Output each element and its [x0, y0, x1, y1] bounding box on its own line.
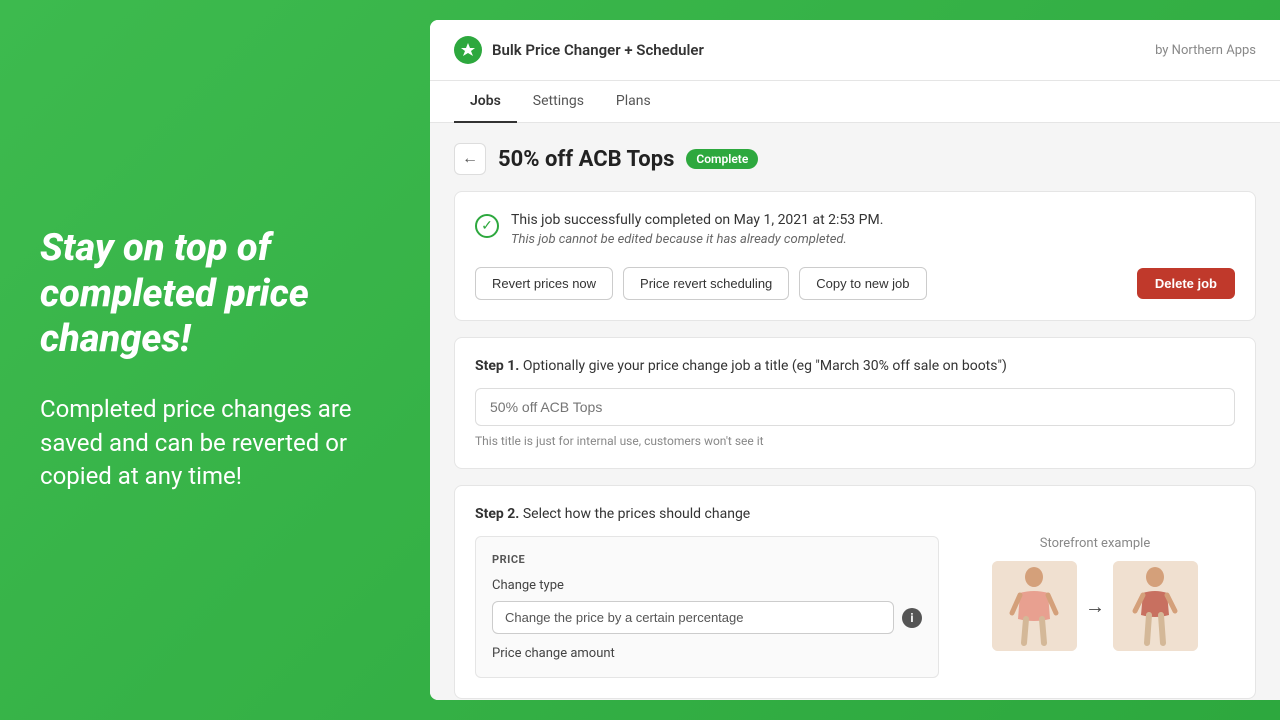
headline: Stay on top of completed price changes! [40, 226, 390, 363]
product-card-before [992, 561, 1077, 651]
price-change-amount-label: Price change amount [492, 646, 922, 661]
step2-label: Step 2. Select how the prices should cha… [475, 506, 1235, 522]
arrow-icon: → [1085, 594, 1105, 619]
tab-jobs[interactable]: Jobs [454, 81, 517, 123]
copy-to-new-job-button[interactable]: Copy to new job [799, 267, 926, 300]
storefront-images: → [955, 561, 1235, 651]
info-icon[interactable]: i [902, 608, 922, 628]
step2-description: Select how the prices should change [523, 506, 750, 522]
step1-card: Step 1. Optionally give your price chang… [454, 337, 1256, 469]
app-header-left: Bulk Price Changer + Scheduler [454, 36, 704, 64]
step1-label: Step 1. Optionally give your price chang… [475, 358, 1235, 374]
revert-prices-now-button[interactable]: Revert prices now [475, 267, 613, 300]
select-wrapper: Change the price by a certain percentage… [492, 601, 922, 634]
step2-card: Step 2. Select how the prices should cha… [454, 485, 1256, 699]
action-buttons: Revert prices now Price revert schedulin… [475, 267, 1235, 300]
success-message: This job successfully completed on May 1… [511, 212, 1235, 228]
job-title-input[interactable] [475, 388, 1235, 426]
right-panel: Bulk Price Changer + Scheduler by Northe… [430, 20, 1280, 700]
tab-settings[interactable]: Settings [517, 81, 600, 123]
page-title: 50% off ACB Tops [498, 147, 674, 172]
step1-description: Optionally give your price change job a … [523, 358, 1007, 374]
app-header: Bulk Price Changer + Scheduler by Northe… [430, 20, 1280, 81]
storefront-label: Storefront example [955, 536, 1235, 551]
success-text: This job successfully completed on May 1… [511, 212, 1235, 251]
product-card-after [1113, 561, 1198, 651]
app-by: by Northern Apps [1155, 43, 1256, 58]
tab-plans[interactable]: Plans [600, 81, 667, 123]
subtext: Completed price changes are saved and ca… [40, 393, 390, 494]
step2-number: Step 2. [475, 506, 519, 522]
app-title: Bulk Price Changer + Scheduler [492, 41, 704, 59]
success-note: This job cannot be edited because it has… [511, 232, 1235, 247]
nav-tabs: Jobs Settings Plans [430, 81, 1280, 123]
price-panel-label: PRICE [492, 553, 922, 566]
left-panel: Stay on top of completed price changes! … [0, 0, 430, 720]
step1-number: Step 1. [475, 358, 519, 374]
change-type-select[interactable]: Change the price by a certain percentage [492, 601, 894, 634]
input-hint: This title is just for internal use, cus… [475, 434, 1235, 448]
main-content: ← 50% off ACB Tops Complete ✓ This job s… [430, 123, 1280, 700]
success-card: ✓ This job successfully completed on May… [454, 191, 1256, 321]
page-header: ← 50% off ACB Tops Complete [454, 143, 1256, 175]
action-buttons-left: Revert prices now Price revert schedulin… [475, 267, 927, 300]
price-revert-scheduling-button[interactable]: Price revert scheduling [623, 267, 789, 300]
status-badge: Complete [686, 149, 758, 169]
delete-job-button[interactable]: Delete job [1137, 268, 1235, 299]
app-icon [454, 36, 482, 64]
change-type-label: Change type [492, 578, 922, 593]
success-banner: ✓ This job successfully completed on May… [475, 212, 1235, 251]
price-panel: PRICE Change type Change the price by a … [475, 536, 939, 678]
success-icon: ✓ [475, 214, 499, 238]
storefront-panel: Storefront example [955, 536, 1235, 651]
step2-grid: PRICE Change type Change the price by a … [475, 536, 1235, 678]
back-button[interactable]: ← [454, 143, 486, 175]
